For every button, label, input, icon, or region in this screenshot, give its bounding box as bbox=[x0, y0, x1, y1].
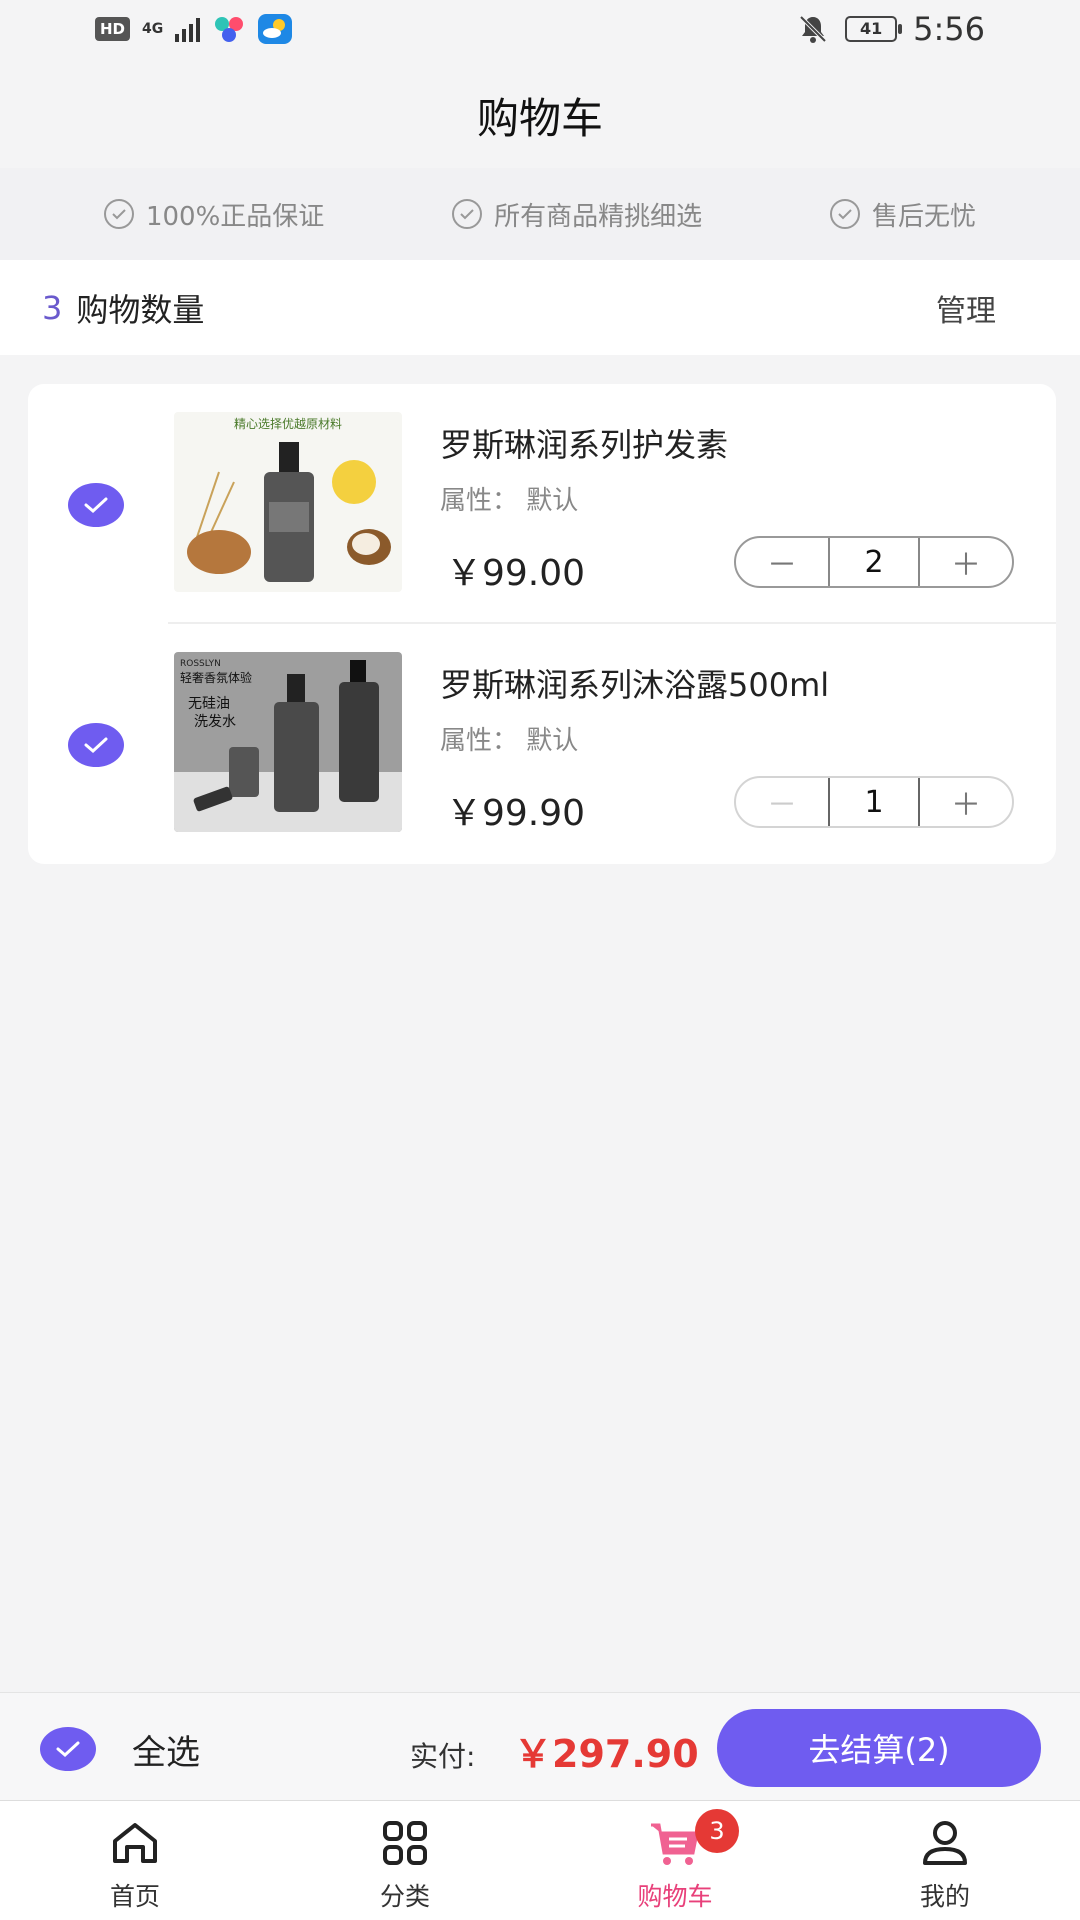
product-image[interactable]: ROSSLYN 轻奢香氛体验 无硅油 洗发水 bbox=[174, 652, 402, 832]
quantity-value[interactable]: 1 bbox=[828, 778, 920, 826]
checkout-bar: 全选 实付: ￥297.90 去结算(2) bbox=[0, 1692, 1080, 1800]
cart-count-bar: 3 购物数量 管理 bbox=[0, 260, 1080, 355]
mute-icon bbox=[799, 15, 827, 43]
manage-button[interactable]: 管理 bbox=[936, 286, 996, 330]
battery-level: 41 bbox=[860, 19, 883, 38]
decrease-button[interactable]: － bbox=[736, 538, 828, 586]
guarantee-label: 售后无忧 bbox=[872, 201, 977, 232]
product-attributes: 属性： 默认 bbox=[440, 720, 578, 757]
guarantee-item: 售后无忧 bbox=[830, 196, 976, 233]
increase-button[interactable]: ＋ bbox=[920, 538, 1012, 586]
attr-label: 属性： bbox=[440, 726, 519, 756]
tab-label: 分类 bbox=[379, 1882, 430, 1911]
tab-cart[interactable]: 3 购物车 bbox=[540, 1801, 810, 1920]
product-price: ￥99.00 bbox=[446, 553, 586, 594]
cart-item[interactable]: ROSSLYN 轻奢香氛体验 无硅油 洗发水 罗斯琳润系列沐浴露500ml 属性… bbox=[28, 624, 1056, 864]
total-amount: ￥297.90 bbox=[514, 1732, 699, 1776]
checkmark-icon bbox=[56, 1741, 80, 1758]
guarantee-item: 100%正品保证 bbox=[103, 196, 325, 233]
home-icon bbox=[113, 1823, 157, 1863]
check-circle-icon bbox=[830, 199, 861, 229]
app-notification-icon bbox=[215, 17, 244, 42]
quantity-stepper: － 1 ＋ bbox=[734, 776, 1014, 828]
product-image-line1: 轻奢香氛体验 bbox=[180, 670, 252, 685]
product-attributes: 属性： 默认 bbox=[440, 480, 578, 517]
guarantee-label: 100%正品保证 bbox=[145, 201, 325, 232]
check-circle-icon bbox=[103, 199, 134, 229]
tab-category[interactable]: 分类 bbox=[270, 1801, 540, 1920]
item-select-checkbox[interactable] bbox=[68, 483, 124, 527]
product-image-line3: 洗发水 bbox=[194, 714, 236, 730]
product-name[interactable]: 罗斯琳润系列沐浴露500ml bbox=[440, 660, 829, 706]
decrease-button[interactable]: － bbox=[736, 778, 828, 826]
quantity-value[interactable]: 2 bbox=[828, 538, 920, 586]
cart-count: 3 bbox=[42, 288, 63, 327]
bottom-tab-bar: 首页 分类 3 购物车 我的 bbox=[0, 1800, 1080, 1920]
checkmark-icon bbox=[84, 737, 108, 754]
tab-home[interactable]: 首页 bbox=[0, 1801, 270, 1920]
product-image-brand: ROSSLYN bbox=[180, 659, 221, 669]
guarantee-label: 所有商品精挑细选 bbox=[494, 201, 703, 232]
network-type: 4G bbox=[142, 21, 164, 37]
guarantee-bar: 100%正品保证 所有商品精挑细选 售后无忧 bbox=[0, 168, 1080, 260]
cart-list: 精心选择优越原材料 罗斯琳润系列护发素 属性： 默认 ￥99.00 － 2 ＋ bbox=[28, 384, 1056, 864]
pay-label: 实付: bbox=[410, 1740, 476, 1773]
category-icon bbox=[383, 1821, 427, 1865]
status-bar: HD 4G 41 5:56 bbox=[0, 0, 1080, 64]
increase-button[interactable]: ＋ bbox=[920, 778, 1012, 826]
page-title: 购物车 bbox=[476, 94, 603, 143]
product-image[interactable]: 精心选择优越原材料 bbox=[174, 412, 402, 592]
checkmark-icon bbox=[84, 497, 108, 514]
clock: 5:56 bbox=[913, 10, 985, 48]
product-name[interactable]: 罗斯琳润系列护发素 bbox=[440, 420, 728, 466]
check-circle-icon bbox=[452, 199, 483, 229]
checkout-button[interactable]: 去结算(2) bbox=[717, 1709, 1041, 1787]
quantity-stepper: － 2 ＋ bbox=[734, 536, 1014, 588]
signal-icon bbox=[175, 16, 201, 42]
tab-label: 购物车 bbox=[637, 1882, 713, 1911]
hd-indicator: HD bbox=[95, 17, 131, 41]
battery-icon: 41 bbox=[845, 16, 903, 42]
attr-value: 默认 bbox=[526, 726, 579, 756]
item-select-checkbox[interactable] bbox=[68, 723, 124, 767]
weather-icon bbox=[258, 14, 293, 44]
cart-badge: 3 bbox=[695, 1809, 739, 1853]
product-image-banner: 精心选择优越原材料 bbox=[234, 417, 342, 431]
cart-count-label: 购物数量 bbox=[76, 290, 205, 329]
select-all-label[interactable]: 全选 bbox=[132, 1725, 200, 1774]
guarantee-item: 所有商品精挑细选 bbox=[452, 196, 702, 233]
tab-label: 我的 bbox=[919, 1882, 970, 1911]
tab-profile[interactable]: 我的 bbox=[810, 1801, 1080, 1920]
select-all-checkbox[interactable] bbox=[40, 1727, 96, 1771]
product-price: ￥99.90 bbox=[446, 793, 586, 834]
user-icon bbox=[923, 1821, 967, 1865]
product-image-line2: 无硅油 bbox=[188, 696, 230, 712]
attr-value: 默认 bbox=[526, 486, 579, 516]
cart-item[interactable]: 精心选择优越原材料 罗斯琳润系列护发素 属性： 默认 ￥99.00 － 2 ＋ bbox=[28, 384, 1056, 624]
tab-label: 首页 bbox=[109, 1882, 160, 1911]
attr-label: 属性： bbox=[440, 486, 519, 516]
